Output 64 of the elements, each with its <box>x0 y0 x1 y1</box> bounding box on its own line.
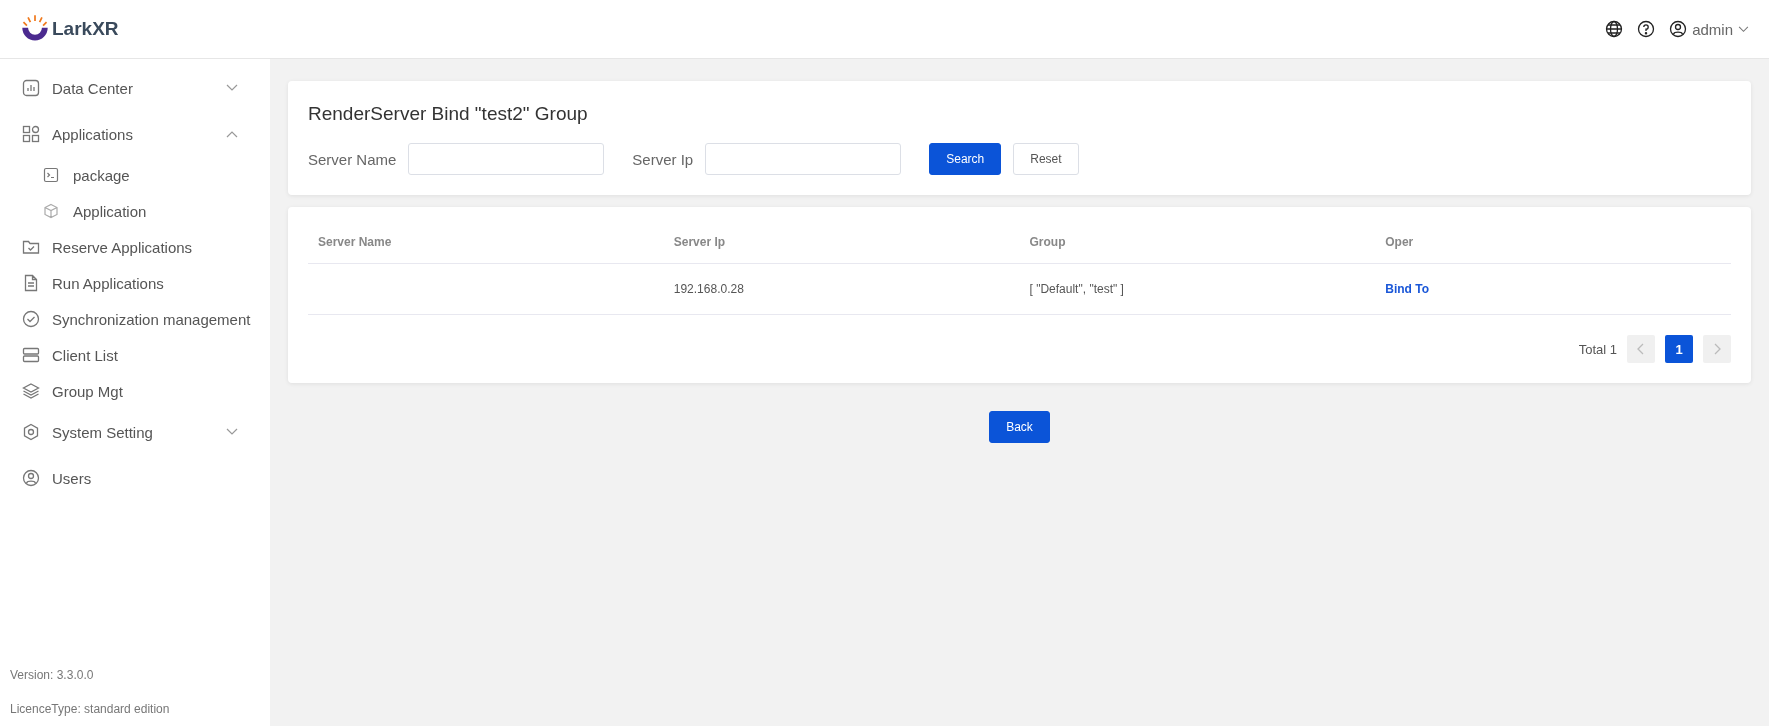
sidebar-item[interactable]: Data Center <box>0 65 270 111</box>
field-label: Server Ip <box>632 150 694 168</box>
sidebar-item[interactable]: Synchronization management <box>0 301 270 337</box>
column-header: Group <box>1019 221 1376 264</box>
sidebar-label: Application <box>73 202 147 220</box>
sidebar-item[interactable]: Reserve Applications <box>0 229 270 265</box>
chart-icon <box>22 79 40 97</box>
sidebar-label: Synchronization management <box>52 310 251 328</box>
footer-text: Version: 3.3.0.0 <box>10 668 95 682</box>
caret-icon <box>226 84 238 92</box>
cube-icon <box>43 203 59 219</box>
field-label: Server Name <box>308 150 397 168</box>
column-header: Oper <box>1375 221 1731 264</box>
input-field[interactable] <box>705 143 902 175</box>
table-cell: 192.168.0.28 <box>663 263 1020 315</box>
page-title: RenderServer Bind "test2" Group <box>308 103 589 125</box>
back-button[interactable]: Back <box>989 411 1050 443</box>
globe-icon[interactable] <box>1605 20 1624 38</box>
page-button[interactable]: 1 <box>1665 335 1693 363</box>
sidebar-item[interactable]: Group Mgt <box>0 373 270 409</box>
sidebar-item[interactable]: Applications <box>0 111 270 157</box>
grid-icon <box>22 125 40 143</box>
sidebar-label: System Setting <box>52 423 153 441</box>
caret-icon <box>226 130 238 138</box>
server-icon <box>22 346 40 364</box>
sidebar-label: Reserve Applications <box>52 238 193 256</box>
sidebar-item[interactable]: Run Applications <box>0 265 270 301</box>
layers-icon <box>22 382 40 400</box>
sidebar-item[interactable]: Client List <box>0 337 270 373</box>
reset-button[interactable]: Reset <box>1013 143 1079 175</box>
document-icon <box>22 274 40 292</box>
sidebar-label: Data Center <box>52 79 133 97</box>
check-circle-icon <box>22 310 40 328</box>
user-menu[interactable]: admin <box>1669 20 1749 38</box>
input-field[interactable] <box>408 143 605 175</box>
sidebar-label: Run Applications <box>52 274 164 292</box>
user-icon <box>22 469 40 487</box>
settings-icon <box>22 423 40 441</box>
caret-icon <box>1738 25 1749 33</box>
search-button[interactable]: Search <box>929 143 1002 175</box>
sidebar-label: Applications <box>52 125 133 143</box>
caret-icon <box>226 428 238 436</box>
bind-link[interactable]: Bind To <box>1385 282 1429 296</box>
logo-text: LarkXR <box>52 18 119 40</box>
sidebar-label: Group Mgt <box>52 382 123 400</box>
terminal-icon <box>43 167 59 183</box>
sidebar-label: package <box>73 166 130 184</box>
sidebar-subitem[interactable]: Application <box>0 193 270 229</box>
table-cell: [ "Default", "test" ] <box>1019 263 1376 315</box>
sidebar-item[interactable]: System Setting <box>0 409 270 455</box>
sidebar-label: Client List <box>52 346 118 364</box>
sidebar-subitem[interactable]: package <box>0 157 270 193</box>
sidebar-item[interactable]: Users <box>0 455 270 501</box>
user-icon <box>1669 20 1688 38</box>
column-header: Server Ip <box>663 221 1020 264</box>
help-icon[interactable] <box>1637 20 1656 38</box>
folder-icon <box>22 238 40 256</box>
column-header: Server Name <box>308 221 664 264</box>
chevron-icon <box>1637 343 1645 355</box>
user-name: admin <box>1692 20 1733 38</box>
chevron-icon <box>1713 343 1721 355</box>
sidebar-label: Users <box>52 469 92 487</box>
total-count: Total 1 <box>1578 341 1617 357</box>
footer-text: LicenceType: standard edition <box>10 702 171 716</box>
